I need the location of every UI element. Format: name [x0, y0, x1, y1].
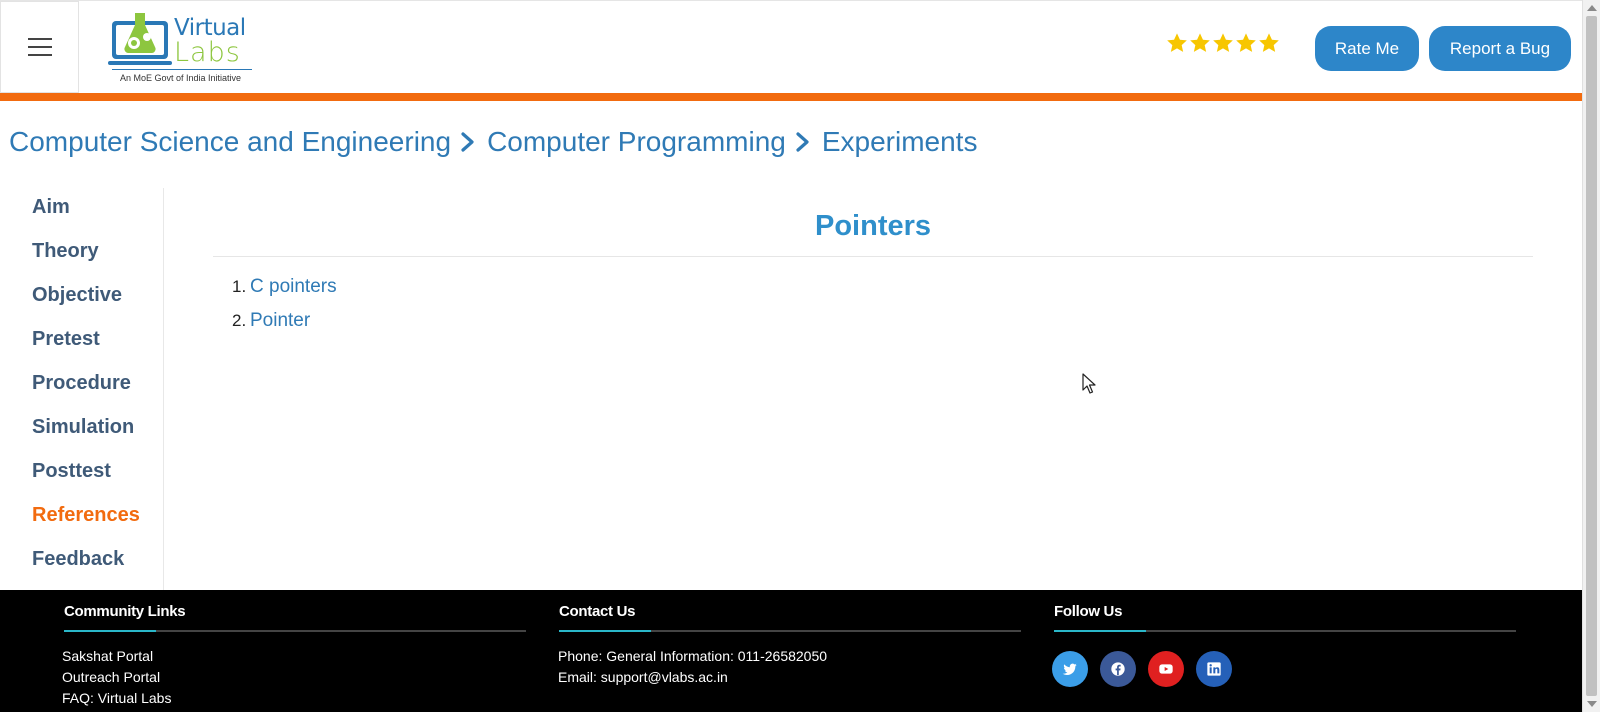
- star-icon: [1236, 33, 1256, 52]
- youtube-link[interactable]: [1148, 651, 1184, 687]
- flask-logo-icon: [108, 13, 172, 65]
- youtube-icon: [1159, 664, 1173, 674]
- footer-heading-follow: Follow Us: [1054, 603, 1123, 620]
- sidebar-item-theory[interactable]: Theory: [32, 240, 99, 263]
- footer-contact-phone: Phone: General Information: 011-26582050: [558, 648, 828, 664]
- sidebar-item-posttest[interactable]: Posttest: [32, 460, 111, 483]
- star-icon: [1190, 33, 1210, 52]
- footer-heading-community: Community Links: [64, 603, 186, 620]
- twitter-link[interactable]: [1052, 651, 1088, 687]
- sidebar-item-objective[interactable]: Objective: [32, 284, 122, 307]
- footer-divider: [559, 630, 1021, 632]
- breadcrumb: Computer Science and Engineering Compute…: [9, 126, 977, 158]
- footer-heading-contact: Contact Us: [559, 603, 636, 620]
- sidebar-item-references[interactable]: References: [32, 504, 140, 527]
- footer-divider: [1054, 630, 1516, 632]
- star-icon: [1167, 33, 1187, 52]
- facebook-link[interactable]: [1100, 651, 1136, 687]
- references-list: 1. C pointers 2. Pointer: [232, 276, 337, 344]
- chevron-right-icon: [461, 132, 474, 152]
- breadcrumb-item-experiments[interactable]: Experiments: [822, 126, 978, 158]
- sidebar-item-feedback[interactable]: Feedback: [32, 548, 124, 571]
- footer-divider: [64, 630, 526, 632]
- list-item: 2. Pointer: [232, 310, 337, 344]
- twitter-icon: [1062, 663, 1077, 675]
- star-icon: [1259, 33, 1279, 52]
- site-footer: Community Links Sakshat Portal Outreach …: [0, 590, 1582, 712]
- facebook-icon: [1111, 662, 1125, 676]
- footer-link-faq[interactable]: FAQ: Virtual Labs: [62, 690, 171, 706]
- rate-me-button[interactable]: Rate Me: [1315, 26, 1419, 71]
- report-bug-button[interactable]: Report a Bug: [1429, 26, 1571, 71]
- list-number: 1.: [232, 277, 247, 296]
- logo-text-labs: Labs: [174, 37, 241, 68]
- logo-underline: [112, 69, 252, 70]
- scroll-down-arrow-icon[interactable]: [1587, 701, 1597, 707]
- vertical-scrollbar[interactable]: [1582, 0, 1600, 712]
- linkedin-icon: [1207, 662, 1221, 676]
- star-icon: [1213, 33, 1233, 52]
- scrollbar-thumb[interactable]: [1586, 16, 1597, 696]
- footer-link-sakshat[interactable]: Sakshat Portal: [62, 648, 153, 664]
- header-accent-bar: [0, 93, 1582, 101]
- breadcrumb-item-department[interactable]: Computer Science and Engineering: [9, 126, 451, 158]
- list-number: 2.: [232, 311, 247, 330]
- virtual-labs-logo[interactable]: Virtual Labs An MoE Govt of India Initia…: [108, 7, 253, 87]
- scroll-up-arrow-icon[interactable]: [1587, 5, 1597, 11]
- reference-link[interactable]: C pointers: [250, 276, 337, 298]
- linkedin-link[interactable]: [1196, 651, 1232, 687]
- rating-stars: [1166, 32, 1280, 54]
- experiment-sidebar: Aim Theory Objective Pretest Procedure S…: [0, 188, 164, 590]
- reference-link[interactable]: Pointer: [250, 310, 310, 332]
- breadcrumb-item-lab[interactable]: Computer Programming: [487, 126, 786, 158]
- mouse-pointer-icon: [1082, 373, 1096, 394]
- logo-tagline: An MoE Govt of India Initiative: [120, 73, 242, 83]
- footer-link-outreach[interactable]: Outreach Portal: [62, 669, 160, 685]
- site-header: Virtual Labs An MoE Govt of India Initia…: [0, 0, 1582, 93]
- footer-contact-email[interactable]: Email: support@vlabs.ac.in: [558, 669, 728, 685]
- page: Virtual Labs An MoE Govt of India Initia…: [0, 0, 1600, 712]
- sidebar-item-aim[interactable]: Aim: [32, 196, 70, 219]
- sidebar-item-pretest[interactable]: Pretest: [32, 328, 100, 351]
- sidebar-item-simulation[interactable]: Simulation: [32, 416, 134, 439]
- page-title: Pointers: [814, 210, 932, 242]
- hamburger-icon: [27, 38, 52, 56]
- title-divider: [213, 256, 1533, 257]
- list-item: 1. C pointers: [232, 276, 337, 310]
- sidebar-item-procedure[interactable]: Procedure: [32, 372, 131, 395]
- hamburger-menu-button[interactable]: [0, 1, 79, 93]
- chevron-right-icon: [796, 132, 809, 152]
